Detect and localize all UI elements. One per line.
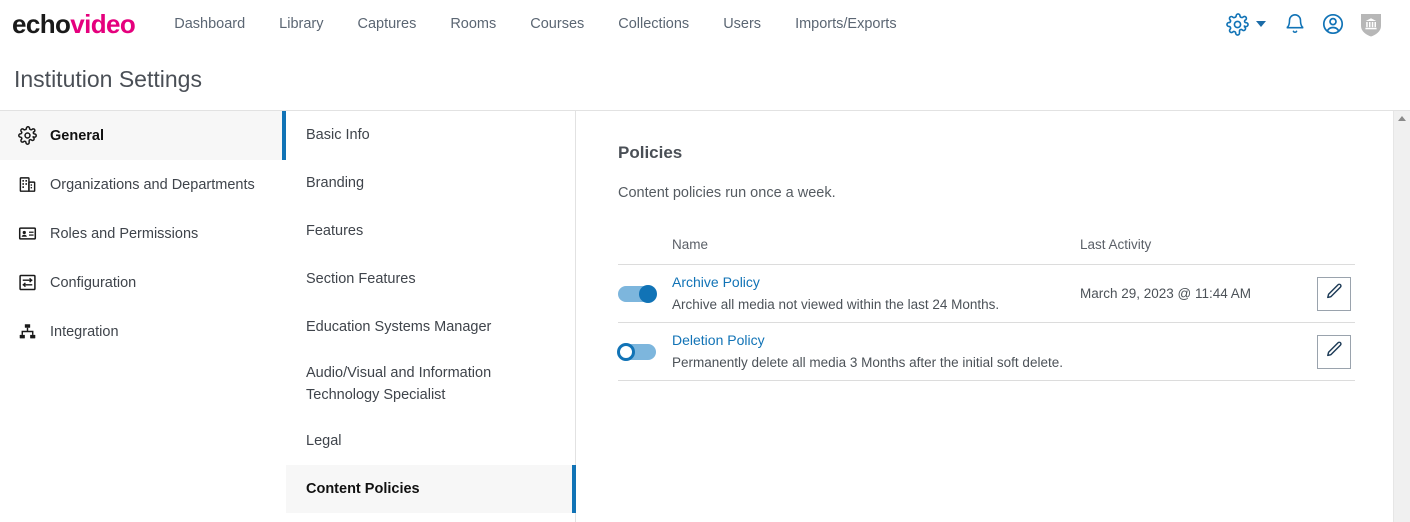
column-header-name: Name (672, 237, 709, 252)
gear-icon (17, 126, 37, 146)
main-content: Policies Content policies run once a wee… (576, 111, 1410, 522)
toggle-knob (639, 284, 657, 303)
pencil-icon (1325, 340, 1344, 364)
sidebar-item-label: Integration (50, 323, 119, 340)
edit-archive-policy-button[interactable] (1317, 276, 1351, 311)
policy-toggle-cell (618, 284, 672, 303)
archive-policy-toggle[interactable] (618, 284, 657, 303)
nav-link-users[interactable]: Users (706, 0, 778, 48)
chevron-down-icon[interactable] (1256, 21, 1266, 27)
table-row: Archive Policy Archive all media not vie… (618, 265, 1355, 323)
top-navigation-bar: echovideo Dashboard Library Captures Roo… (0, 0, 1410, 48)
edit-deletion-policy-button[interactable] (1317, 334, 1351, 369)
primary-nav-links: Dashboard Library Captures Rooms Courses… (157, 0, 913, 48)
nav-link-imports-exports[interactable]: Imports/Exports (778, 0, 914, 48)
sidebar-item-integration[interactable]: Integration (0, 307, 286, 356)
policy-name-cell: Archive Policy Archive all media not vie… (672, 272, 1080, 315)
app-logo[interactable]: echovideo (12, 9, 136, 39)
policy-toggle-cell (617, 342, 672, 361)
policies-heading: Policies (618, 143, 683, 162)
sitemap-icon (17, 322, 37, 342)
submenu-item-section-features[interactable]: Section Features (286, 255, 575, 303)
sidebar-item-label: Roles and Permissions (50, 225, 199, 242)
page-header: Institution Settings (0, 48, 1410, 110)
bell-icon[interactable] (1280, 9, 1310, 39)
policy-name-cell: Deletion Policy Permanently delete all m… (672, 330, 1080, 373)
nav-link-dashboard[interactable]: Dashboard (157, 0, 262, 48)
deletion-policy-toggle[interactable] (617, 342, 656, 361)
sidebar-item-label: Organizations and Departments (50, 176, 255, 193)
submenu-item-audio-visual-and-information-technology-specialist[interactable]: Audio/Visual and Information Technology … (286, 351, 575, 417)
id-card-icon (17, 224, 37, 244)
sidebar-item-configuration[interactable]: Configuration (0, 258, 286, 307)
scroll-up-arrow[interactable] (1394, 111, 1410, 126)
sidebar-item-label: General (50, 127, 104, 144)
sidebar-item-roles-and-permissions[interactable]: Roles and Permissions (0, 209, 286, 258)
page-title: Institution Settings (14, 65, 202, 92)
nav-right-icons (1222, 9, 1396, 39)
submenu-item-features[interactable]: Features (286, 207, 575, 255)
policy-name-link[interactable]: Deletion Policy (672, 330, 1080, 350)
policy-edit-cell (1295, 334, 1355, 369)
submenu-item-education-systems-manager[interactable]: Education Systems Manager (286, 303, 575, 351)
toggle-knob (617, 342, 635, 361)
settings-sidebar: General Organizations and Departments Ro… (0, 111, 286, 522)
policy-edit-cell (1295, 276, 1355, 311)
table-row: Deletion Policy Permanently delete all m… (617, 323, 1355, 381)
logo-text-primary: echo (12, 9, 71, 39)
policies-subheading: Content policies run once a week. (618, 185, 836, 201)
policy-name-link[interactable]: Archive Policy (672, 272, 1080, 292)
pencil-icon (1325, 282, 1344, 306)
institution-shield-icon[interactable] (1356, 9, 1386, 39)
sidebar-item-general[interactable]: General (0, 111, 286, 160)
policy-description: Archive all media not viewed within the … (672, 296, 1000, 312)
column-header-last-activity: Last Activity (1080, 237, 1152, 252)
nav-link-collections[interactable]: Collections (601, 0, 706, 48)
policy-description: Permanently delete all media 3 Months af… (672, 354, 1063, 370)
user-account-icon[interactable] (1318, 9, 1348, 39)
logo-text-secondary: video (70, 9, 136, 39)
sidebar-item-organizations-and-departments[interactable]: Organizations and Departments (0, 160, 286, 209)
submenu-item-branding[interactable]: Branding (286, 159, 575, 207)
policies-table: Name Last Activity Archive Policy Archiv… (617, 237, 1355, 381)
policy-last-activity: March 29, 2023 @ 11:44 AM (1080, 286, 1252, 301)
nav-link-rooms[interactable]: Rooms (433, 0, 513, 48)
vertical-scrollbar[interactable] (1393, 111, 1410, 522)
sidebar-item-label: Configuration (50, 274, 137, 291)
nav-link-captures[interactable]: Captures (340, 0, 433, 48)
policies-table-header: Name Last Activity (618, 237, 1355, 265)
submenu-item-legal[interactable]: Legal (286, 417, 575, 465)
gear-icon[interactable] (1222, 9, 1252, 39)
sliders-icon (17, 273, 37, 293)
submenu-item-content-policies[interactable]: Content Policies (286, 465, 576, 513)
settings-submenu: Basic Info Branding Features Section Fea… (286, 111, 576, 522)
nav-link-library[interactable]: Library (262, 0, 340, 48)
settings-body: General Organizations and Departments Ro… (0, 111, 1410, 522)
triangle-up-icon (1398, 116, 1406, 121)
submenu-item-basic-info[interactable]: Basic Info (286, 111, 575, 159)
nav-link-courses[interactable]: Courses (513, 0, 601, 48)
building-icon (17, 175, 37, 195)
